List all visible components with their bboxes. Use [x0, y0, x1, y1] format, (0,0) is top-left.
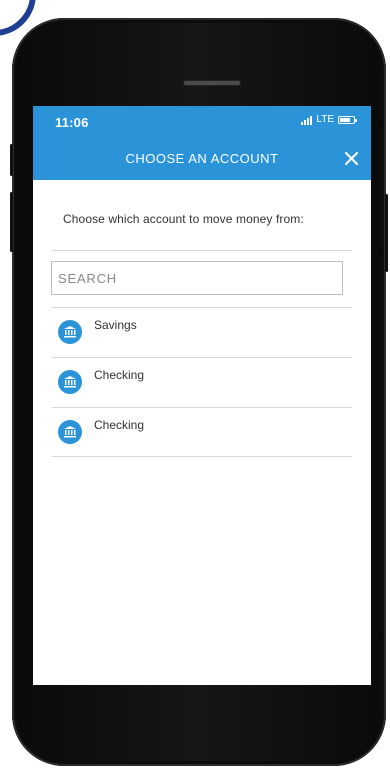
bank-icon: [64, 326, 76, 338]
close-button[interactable]: [341, 148, 361, 168]
network-label: LTE: [316, 114, 334, 125]
signal-icon: [301, 115, 313, 125]
close-icon: [344, 151, 358, 165]
account-name: Checking: [94, 418, 145, 432]
divider: [52, 250, 352, 251]
phone-side-button: [385, 194, 388, 272]
screenshot-stage: 11:06 LTE CHOOSE AN ACCOUNT Choose which…: [0, 0, 390, 770]
move-money-prompt: Choose which account to move money from:: [63, 212, 304, 226]
list-item[interactable]: Checking: [52, 407, 352, 457]
status-indicators: LTE: [301, 114, 357, 125]
account-name: Checking: [94, 368, 145, 382]
account-list: Savings Checking Checking: [52, 307, 352, 457]
top-header: CHOOSE AN ACCOUNT: [33, 138, 371, 180]
search-box[interactable]: [51, 261, 343, 295]
bank-icon: [58, 370, 82, 394]
list-item[interactable]: Checking: [52, 357, 352, 407]
status-time: 11:06: [55, 115, 89, 130]
speaker-grille: [183, 80, 241, 86]
search-input[interactable]: [52, 262, 342, 294]
bank-icon: [58, 320, 82, 344]
phone-side-button: [10, 144, 13, 176]
status-bar: 11:06 LTE: [33, 106, 371, 138]
account-name: Savings: [94, 318, 137, 332]
page-title: CHOOSE AN ACCOUNT: [125, 151, 279, 166]
phone-side-button: [10, 192, 13, 252]
battery-icon: [338, 115, 357, 124]
bank-icon: [64, 376, 76, 388]
list-item[interactable]: Savings: [52, 307, 352, 357]
phone-screen: 11:06 LTE CHOOSE AN ACCOUNT Choose which…: [33, 106, 371, 685]
bank-icon: [64, 426, 76, 438]
bank-icon: [58, 420, 82, 444]
